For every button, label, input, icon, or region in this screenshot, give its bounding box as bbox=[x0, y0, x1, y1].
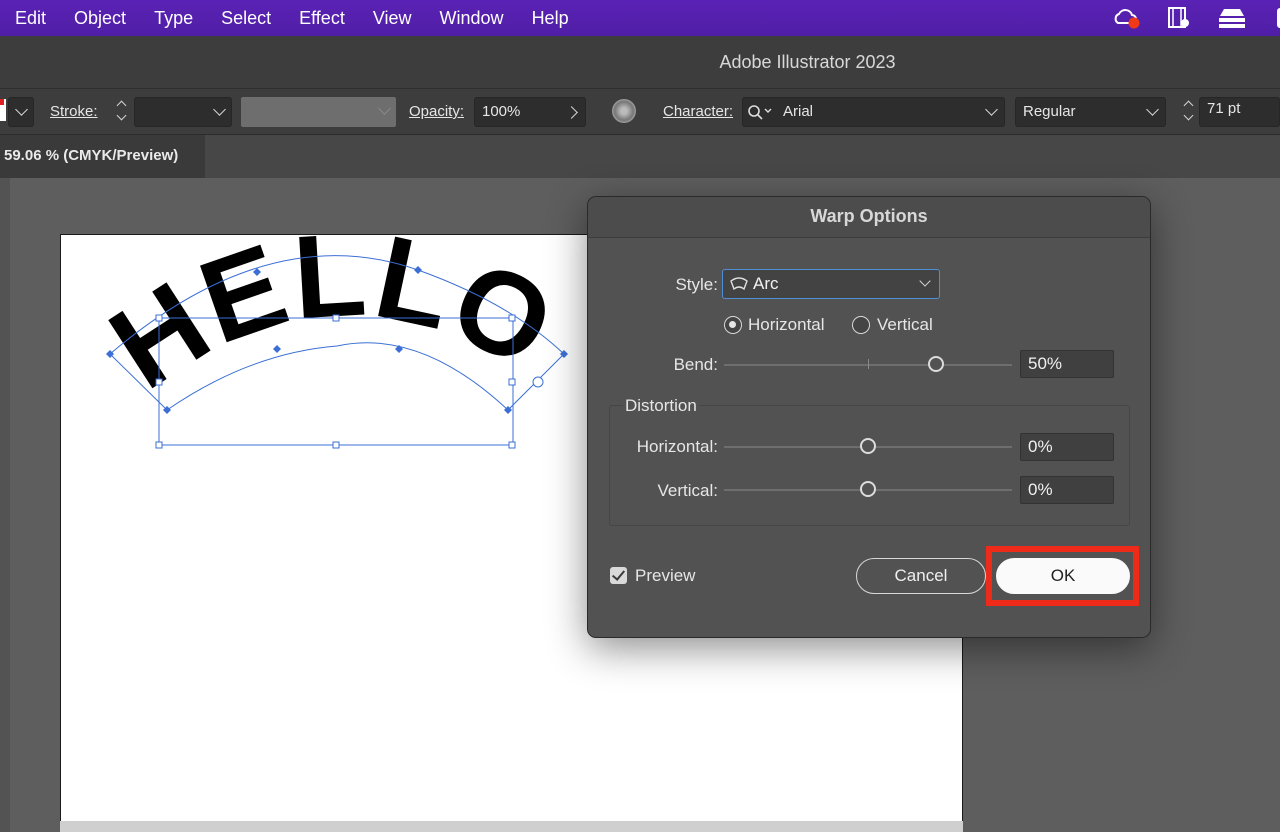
chevron-down-icon bbox=[1146, 103, 1159, 116]
preview-checkbox[interactable] bbox=[610, 567, 627, 584]
arc-style-icon bbox=[730, 277, 748, 291]
document-tab-bar: 59.06 % (CMYK/Preview) bbox=[0, 134, 1280, 178]
menu-type[interactable]: Type bbox=[140, 0, 207, 36]
vertical-radio-label[interactable]: Vertical bbox=[877, 315, 933, 335]
search-icon bbox=[748, 105, 772, 120]
distortion-vertical-field[interactable]: 0% bbox=[1020, 476, 1114, 504]
bend-slider-thumb[interactable] bbox=[928, 356, 944, 372]
chevron-right-icon bbox=[565, 106, 578, 119]
menu-help[interactable]: Help bbox=[518, 0, 583, 36]
distortion-vertical-label: Vertical: bbox=[657, 481, 718, 500]
media-icon[interactable] bbox=[1164, 6, 1194, 30]
horizontal-radio-label[interactable]: Horizontal bbox=[748, 315, 825, 335]
recolor-artwork-icon[interactable] bbox=[612, 99, 636, 123]
chevron-down-icon bbox=[919, 275, 931, 287]
app-title: Adobe Illustrator 2023 bbox=[719, 52, 896, 72]
vertical-radio[interactable] bbox=[852, 316, 870, 334]
font-family-value: Arial bbox=[783, 103, 814, 120]
chevron-down-icon bbox=[1183, 110, 1194, 121]
bend-value-field[interactable]: 50% bbox=[1020, 350, 1114, 378]
bend-slider-center-tick bbox=[868, 359, 869, 369]
chevron-down-icon bbox=[116, 110, 127, 121]
bend-label: Bend: bbox=[673, 355, 718, 374]
opacity-value: 100% bbox=[482, 103, 521, 120]
fill-dropdown[interactable] bbox=[8, 97, 34, 127]
stroke-label[interactable]: Stroke: bbox=[50, 97, 98, 127]
layers-stack-icon[interactable] bbox=[1216, 6, 1246, 30]
warped-text-artwork[interactable]: HELLO bbox=[10, 178, 610, 478]
font-style-field[interactable]: Regular bbox=[1015, 97, 1166, 127]
distortion-horizontal-label: Horizontal: bbox=[636, 437, 718, 456]
chevron-down-icon bbox=[378, 102, 391, 115]
font-size-value: 71 pt bbox=[1207, 100, 1241, 117]
distortion-vertical-thumb[interactable] bbox=[860, 481, 876, 497]
preview-label[interactable]: Preview bbox=[635, 566, 695, 586]
variable-width-profile[interactable] bbox=[241, 97, 396, 127]
warp-options-dialog: Warp Options Style: Arc Horizontal Verti… bbox=[587, 196, 1151, 638]
menu-object[interactable]: Object bbox=[60, 0, 140, 36]
document-tab[interactable]: 59.06 % (CMYK/Preview) bbox=[0, 135, 205, 178]
horizontal-radio[interactable] bbox=[724, 316, 742, 334]
menu-effect[interactable]: Effect bbox=[285, 0, 359, 36]
style-select[interactable]: Arc bbox=[722, 269, 940, 299]
menu-select[interactable]: Select bbox=[207, 0, 285, 36]
menu-edit[interactable]: Edit bbox=[0, 0, 60, 36]
font-size-field[interactable]: 71 pt bbox=[1199, 97, 1280, 127]
style-label: Style: bbox=[675, 275, 718, 294]
stroke-stepper[interactable] bbox=[108, 97, 132, 127]
cancel-button[interactable]: Cancel bbox=[856, 558, 986, 594]
chevron-down-icon bbox=[985, 103, 998, 116]
dialog-title: Warp Options bbox=[588, 197, 1150, 238]
distortion-horizontal-thumb[interactable] bbox=[860, 438, 876, 454]
menu-view[interactable]: View bbox=[359, 0, 426, 36]
creative-cloud-icon[interactable] bbox=[1112, 6, 1142, 30]
title-bar: Adobe Illustrator 2023 bbox=[0, 36, 1280, 88]
menu-bar: Edit Object Type Select Effect View Wind… bbox=[0, 0, 1280, 36]
control-bar: Stroke: Opacity: 100% Character: Arial R… bbox=[0, 88, 1280, 134]
distortion-group bbox=[609, 405, 1130, 526]
user-profile-icon[interactable] bbox=[1268, 6, 1280, 30]
fill-swatch[interactable] bbox=[0, 99, 6, 121]
menu-window[interactable]: Window bbox=[426, 0, 518, 36]
opacity-field[interactable]: 100% bbox=[474, 97, 586, 127]
distortion-horizontal-field[interactable]: 0% bbox=[1020, 433, 1114, 461]
character-label[interactable]: Character: bbox=[663, 97, 733, 127]
horizontal-scrollbar[interactable] bbox=[60, 821, 963, 832]
font-style-value: Regular bbox=[1023, 103, 1076, 120]
chevron-down-icon bbox=[15, 103, 28, 116]
font-family-field[interactable]: Arial bbox=[742, 97, 1005, 127]
chevron-up-icon bbox=[1183, 100, 1194, 111]
opacity-label[interactable]: Opacity: bbox=[409, 97, 464, 127]
ok-button[interactable]: OK bbox=[996, 558, 1130, 594]
style-value: Arc bbox=[753, 274, 779, 293]
font-size-stepper[interactable] bbox=[1175, 97, 1199, 127]
distortion-title: Distortion bbox=[623, 396, 699, 416]
chevron-down-icon bbox=[213, 103, 226, 116]
stroke-weight-field[interactable] bbox=[134, 97, 232, 127]
chevron-up-icon bbox=[116, 100, 127, 111]
menu-tray bbox=[1090, 0, 1280, 36]
